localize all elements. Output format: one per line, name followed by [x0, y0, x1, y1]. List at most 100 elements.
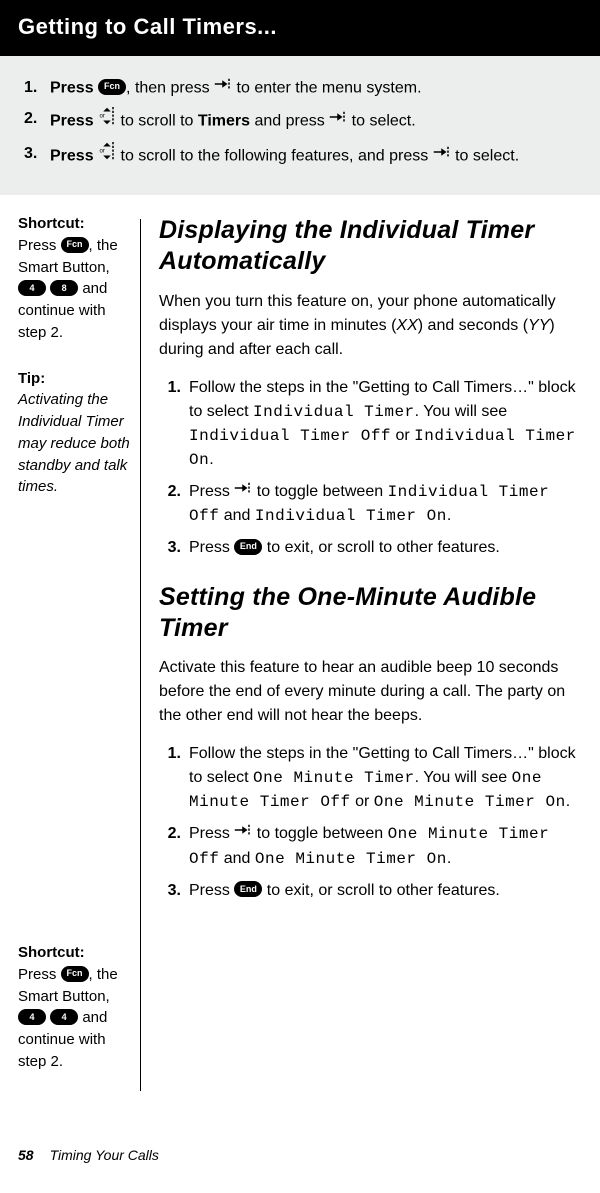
section-b-title: Setting the One-Minute Audible Timer — [159, 582, 578, 645]
section-b-intro: Activate this feature to hear an audible… — [159, 656, 578, 728]
section-a-intro: When you turn this feature on, your phon… — [159, 290, 578, 362]
key-4-icon: 4 — [18, 1009, 46, 1025]
sidebar: Shortcut: Press Fcn, the Smart Button, 4… — [0, 213, 140, 1097]
text: ) and seconds ( — [418, 317, 528, 334]
text: . — [447, 507, 451, 524]
step-number: 1. — [159, 742, 189, 814]
tip-label: Tip: — [18, 368, 132, 390]
text: to scroll to — [116, 113, 198, 130]
text: . You will see — [415, 403, 508, 420]
text: to enter the menu system. — [232, 80, 421, 97]
step-number: 1. — [159, 376, 189, 472]
key-8-icon: 8 — [50, 280, 78, 296]
step-body: Press to toggle between Individual Timer… — [189, 480, 578, 528]
text: to select. — [347, 113, 415, 130]
text: to toggle between — [252, 826, 387, 843]
arrow-right-icon — [234, 821, 252, 845]
lcd-text: Individual Timer — [253, 403, 415, 421]
step-number: 2. — [159, 480, 189, 528]
lcd-text: One Minute Timer On — [374, 793, 566, 811]
tip-block: Tip: Activating the Individual Timer may… — [18, 368, 132, 499]
getting-to-steps: 1. Press Fcn, then press to enter the me… — [0, 56, 600, 195]
text: . — [566, 793, 570, 810]
step-number: 2. — [159, 822, 189, 870]
step-body: Press End to exit, or scroll to other fe… — [189, 879, 578, 903]
text: . — [209, 451, 213, 468]
target: Timers — [198, 113, 250, 130]
text: and — [219, 850, 255, 867]
end-key-icon: End — [234, 881, 262, 897]
text: to scroll to the following features, and… — [116, 148, 433, 165]
section-a-step-1: 1. Follow the steps in the "Getting to C… — [159, 376, 578, 472]
section-b-step-3: 3. Press End to exit, or scroll to other… — [159, 879, 578, 903]
spacer — [18, 522, 132, 942]
var-yy: YY — [528, 317, 549, 334]
page-number: 58 — [18, 1147, 34, 1163]
text: or — [391, 427, 414, 444]
lcd-text: One Minute Timer — [253, 769, 415, 787]
scroll-up-down-icon: or — [98, 106, 116, 135]
shortcut-2: Shortcut: Press Fcn, the Smart Button, 4… — [18, 942, 132, 1073]
text: Press — [189, 826, 234, 843]
main-content: Displaying the Individual Timer Automati… — [141, 213, 600, 1097]
text: to toggle between — [252, 483, 387, 500]
step-body: Press or to scroll to Timers and press t… — [50, 107, 576, 136]
step-number: 2. — [24, 107, 50, 136]
page-footer: 58 Timing Your Calls — [0, 1097, 600, 1163]
arrow-right-icon — [234, 479, 252, 503]
text: . You will see — [415, 769, 512, 786]
text: to exit, or scroll to other features. — [262, 882, 499, 899]
step-number: 3. — [159, 536, 189, 560]
fcn-key-icon: Fcn — [61, 237, 89, 253]
section-a-step-2: 2. Press to toggle between Individual Ti… — [159, 480, 578, 528]
lcd-text: Individual Timer On — [255, 507, 447, 525]
text: Press — [18, 237, 61, 254]
text: to select. — [451, 148, 519, 165]
text: Press — [189, 539, 234, 556]
tip-text: Activating the Individual Timer may redu… — [18, 389, 132, 498]
label-press: Press — [50, 80, 98, 97]
section-b-step-2: 2. Press to toggle between One Minute Ti… — [159, 822, 578, 870]
label-press: Press — [50, 113, 98, 130]
scroll-up-down-icon: or — [98, 141, 116, 170]
text: or — [351, 793, 374, 810]
chapter-title: Timing Your Calls — [50, 1147, 159, 1163]
step-body: Press or to scroll to the following feat… — [50, 142, 576, 171]
arrow-right-icon — [329, 108, 347, 133]
arrow-right-icon — [214, 75, 232, 100]
content-area: Shortcut: Press Fcn, the Smart Button, 4… — [0, 195, 600, 1097]
section-b-step-1: 1. Follow the steps in the "Getting to C… — [159, 742, 578, 814]
text: to exit, or scroll to other features. — [262, 539, 499, 556]
step-body: Follow the steps in the "Getting to Call… — [189, 376, 578, 472]
shortcut-label: Shortcut: — [18, 942, 132, 964]
text: and — [219, 507, 255, 524]
text: Press — [189, 882, 234, 899]
shortcut-1: Shortcut: Press Fcn, the Smart Button, 4… — [18, 213, 132, 344]
svg-text:or: or — [100, 114, 105, 120]
text: , then press — [126, 80, 214, 97]
step-number: 3. — [159, 879, 189, 903]
key-4-icon: 4 — [18, 280, 46, 296]
step-2: 2. Press or to scroll to Timers and pres… — [24, 107, 576, 136]
text: Press — [18, 966, 61, 983]
shortcut-label: Shortcut: — [18, 213, 132, 235]
text: Press — [189, 483, 234, 500]
step-body: Press End to exit, or scroll to other fe… — [189, 536, 578, 560]
lcd-text: One Minute Timer On — [255, 850, 447, 868]
section-a-title: Displaying the Individual Timer Automati… — [159, 215, 578, 278]
step-number: 3. — [24, 142, 50, 171]
step-number: 1. — [24, 76, 50, 101]
key-4-icon: 4 — [50, 1009, 78, 1025]
section-a-step-3: 3. Press End to exit, or scroll to other… — [159, 536, 578, 560]
fcn-key-icon: Fcn — [98, 79, 126, 95]
step-body: Press Fcn, then press to enter the menu … — [50, 76, 576, 101]
step-body: Follow the steps in the "Getting to Call… — [189, 742, 578, 814]
step-body: Press to toggle between One Minute Timer… — [189, 822, 578, 870]
fcn-key-icon: Fcn — [61, 966, 89, 982]
svg-text:or: or — [100, 149, 105, 155]
arrow-right-icon — [433, 143, 451, 168]
var-xx: XX — [396, 317, 417, 334]
header-title: Getting to Call Timers... — [18, 14, 277, 39]
page-header: Getting to Call Timers... — [0, 0, 600, 56]
text: . — [447, 850, 451, 867]
